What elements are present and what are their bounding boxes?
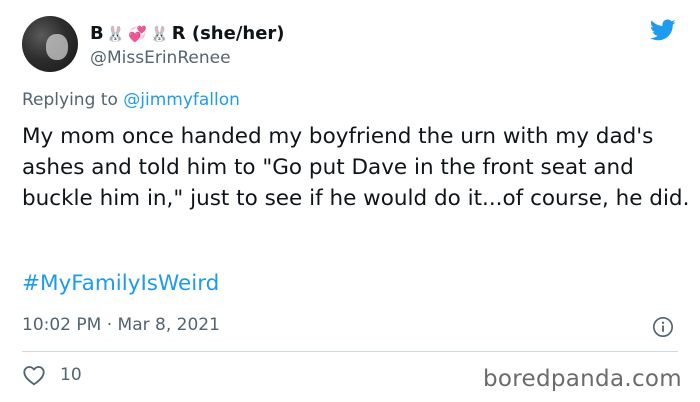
display-name[interactable]: B 🐰 💞 🐰 R (she/her) (90, 23, 285, 45)
like-button[interactable]: 10 (22, 364, 82, 386)
bunny-emoji-icon: 🐰 (150, 25, 170, 43)
replying-to: Replying to @jimmyfallon (22, 90, 240, 110)
display-name-start: B (90, 23, 104, 44)
bunny-emoji-icon: 🐰 (106, 25, 126, 43)
replying-prefix: Replying to (22, 90, 118, 110)
tweet-timestamp[interactable]: 10:02 PM · Mar 8, 2021 (22, 314, 220, 336)
like-count: 10 (60, 365, 82, 385)
display-name-end: R (she/her) (171, 23, 285, 44)
user-handle[interactable]: @MissErinRenee (90, 48, 231, 68)
hashtag-link[interactable]: #MyFamilyIsWeird (22, 270, 219, 298)
tweet-card: B 🐰 💞 🐰 R (she/her) @MissErinRenee Reply… (0, 0, 700, 402)
twitter-bird-icon[interactable] (648, 17, 678, 43)
reply-mention-link[interactable]: @jimmyfallon (123, 90, 240, 110)
divider (22, 351, 678, 352)
tweet-text: My mom once handed my boyfriend the urn … (22, 124, 690, 211)
hearts-emoji-icon: 💞 (128, 25, 148, 43)
info-icon[interactable] (652, 316, 674, 338)
watermark: boredpanda.com (483, 366, 682, 392)
avatar[interactable] (22, 16, 78, 72)
heart-icon[interactable] (22, 364, 46, 386)
